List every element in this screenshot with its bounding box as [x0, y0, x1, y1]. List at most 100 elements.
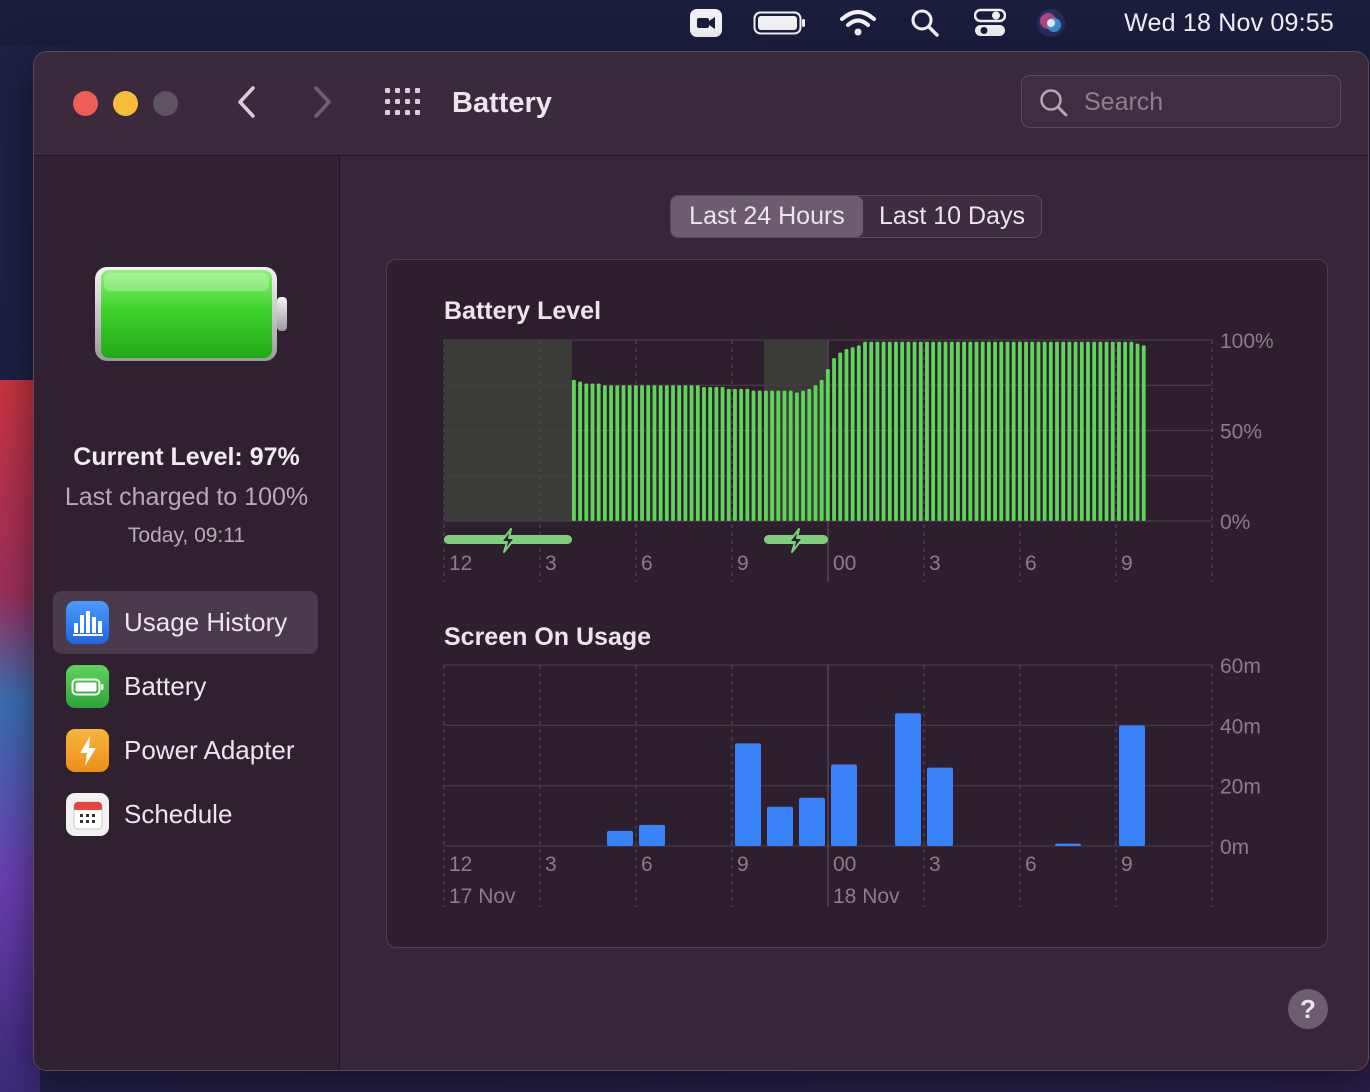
sidebar-item-usage-history[interactable]: Usage History [53, 591, 318, 654]
date-label: 18 Nov [833, 885, 900, 907]
screen-usage-bar [1055, 843, 1081, 846]
current-level: Current Level: 97% [73, 443, 300, 471]
charging-bolt-icon [788, 528, 804, 553]
battery-level-bar [627, 385, 632, 521]
x-tick-label: 6 [1025, 853, 1037, 876]
siri-icon[interactable] [1034, 8, 1068, 38]
forward-button[interactable] [302, 82, 342, 122]
x-tick-label: 3 [929, 853, 941, 876]
sidebar-item-label: Battery [124, 671, 207, 701]
y-tick-label: 0% [1220, 511, 1250, 534]
title-bar: Battery [34, 52, 1368, 156]
battery-level-bar [1073, 341, 1078, 521]
battery-level-bar [1011, 341, 1016, 521]
battery-level-bar [1005, 341, 1010, 521]
battery-level-bar [677, 385, 682, 521]
battery-level-bar [980, 341, 985, 521]
search-field[interactable] [1021, 75, 1341, 129]
tab-last-24-hours[interactable]: Last 24 Hours [671, 196, 863, 237]
battery-level-bar [726, 388, 731, 521]
chevron-left-icon [238, 86, 255, 118]
facetime-icon[interactable] [688, 8, 724, 38]
battery-level-bar [900, 341, 905, 521]
battery-level-bar [720, 387, 725, 521]
grid-icon [385, 88, 420, 115]
back-button[interactable] [227, 82, 267, 122]
calendar-icon [66, 793, 109, 836]
battery-level-bar [788, 390, 793, 521]
chevron-right-icon [314, 86, 331, 118]
battery-level-bar [962, 341, 967, 521]
battery-level-bar [689, 385, 694, 521]
charging-bolt-icon [500, 528, 516, 553]
show-all-button[interactable] [383, 82, 423, 122]
search-input[interactable] [1082, 76, 1326, 129]
battery-level-bar [968, 341, 973, 521]
battery-level-bar [664, 385, 669, 521]
battery-level-bar [572, 379, 576, 521]
battery-level-bar [1092, 341, 1097, 521]
battery-level-bar [590, 383, 595, 521]
battery-level-bar [739, 388, 744, 521]
battery-level-bar [596, 383, 601, 521]
battery-level-bar [906, 341, 911, 521]
help-button[interactable]: ? [1288, 989, 1328, 1029]
battery-level-title: Battery Level [444, 297, 602, 325]
control-center-icon[interactable] [972, 8, 1008, 38]
close-button[interactable] [73, 91, 98, 116]
screen-usage-bar [895, 713, 921, 846]
battery-level-bar [764, 390, 768, 521]
search-icon[interactable] [908, 8, 942, 38]
x-tick-label: 9 [737, 552, 749, 575]
battery-level-bar [825, 368, 830, 521]
battery-level-bar [794, 392, 799, 521]
battery-level-bar [1030, 341, 1035, 521]
zoom-button[interactable] [153, 91, 178, 116]
battery-level-bar [1129, 341, 1134, 521]
battery-level-bar [1067, 341, 1072, 521]
battery-level-bar [1036, 341, 1041, 521]
x-tick-label: 00 [833, 853, 856, 876]
wifi-icon[interactable] [838, 8, 878, 38]
x-tick-label: 00 [833, 552, 856, 575]
battery-level-bar [671, 385, 675, 521]
menubar-clock[interactable]: Wed 18 Nov 09:55 [1124, 0, 1334, 46]
sidebar-item-label: Usage History [124, 607, 288, 637]
x-tick-label: 12 [449, 853, 472, 876]
sidebar-item-label: Schedule [124, 799, 233, 829]
sidebar-item-schedule[interactable]: Schedule [53, 783, 318, 846]
y-tick-label: 20m [1220, 776, 1261, 799]
search-icon [1040, 89, 1068, 117]
battery-level-bar [646, 385, 651, 521]
battery-level-bar [912, 341, 917, 521]
battery-level-bar [658, 385, 663, 521]
battery-level-bar [609, 385, 613, 521]
battery-icon [66, 665, 109, 708]
battery-level-bar [652, 385, 657, 521]
battery-level-bar [757, 390, 762, 521]
sidebar: Current Level: 97% Last charged to 100% … [34, 156, 340, 1070]
battery-level-bar [844, 349, 849, 521]
x-tick-label: 9 [1121, 853, 1133, 876]
battery-level-bar [776, 390, 781, 521]
battery-level-bar [708, 387, 713, 521]
x-tick-label: 9 [1121, 552, 1133, 575]
x-tick-label: 12 [449, 552, 472, 575]
screen-usage-bar [735, 743, 761, 846]
y-tick-label: 40m [1220, 715, 1261, 738]
battery-level-bar [1141, 345, 1146, 521]
tab-last-10-days[interactable]: Last 10 Days [863, 196, 1041, 237]
battery-level-bar [956, 341, 960, 521]
battery-level-bar [1024, 341, 1028, 521]
battery-level-chart: 100% 50% 0% 12 3 6 9 00 3 6 9 [443, 332, 1274, 582]
date-label: 17 Nov [449, 885, 516, 907]
battery-icon[interactable] [752, 8, 808, 38]
screen-usage-bar [799, 797, 825, 846]
time-range-selector: Last 24 Hours Last 10 Days [670, 195, 1042, 238]
sidebar-item-power-adapter[interactable]: Power Adapter [53, 719, 318, 782]
sidebar-item-battery[interactable]: Battery [53, 655, 318, 718]
battery-level-bar [1098, 341, 1103, 521]
battery-level-bar [819, 379, 824, 521]
minimize-button[interactable] [113, 91, 138, 116]
y-tick-label: 50% [1220, 421, 1262, 444]
